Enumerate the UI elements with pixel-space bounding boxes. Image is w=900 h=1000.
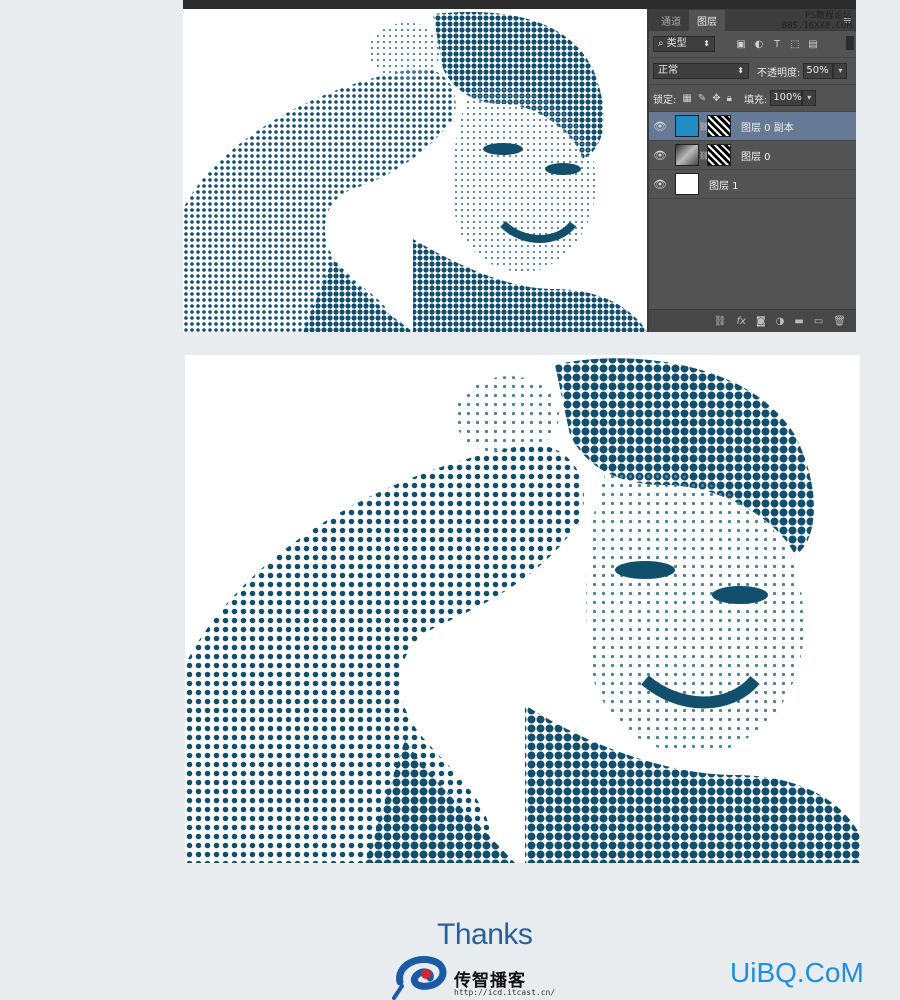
visibility-eye-icon[interactable]: 👁︎: [649, 178, 671, 191]
adjustment-icon[interactable]: ◑: [776, 316, 785, 327]
layer-mask-thumbnail[interactable]: [707, 115, 731, 137]
new-layer-icon[interactable]: ▭: [814, 316, 823, 327]
chain-link-icon[interactable]: ⛓︎: [699, 122, 709, 131]
halftone-portrait-large: [185, 358, 860, 863]
mask-icon[interactable]: ◙: [756, 316, 766, 327]
blend-row: 正常 ⬍ 不透明度: 50% ▾: [649, 58, 856, 85]
filter-kind-select[interactable]: ⌕ 类型 ⬍: [653, 36, 715, 52]
halftone-result-image: [185, 355, 860, 863]
thanks-heading: Thanks: [437, 918, 533, 951]
opacity-label: 不透明度:: [757, 67, 801, 79]
brand-logo[interactable]: 传智播客 http://icd.itcast.cn/: [392, 950, 555, 1000]
link-icon[interactable]: ⛓︎: [714, 316, 727, 327]
footer: Thanks 传智播客 http://icd.itcast.cn/ UiBQ.C…: [0, 900, 900, 1000]
layers-panel: 通道 图层 ≡ ⌕ 类型 ⬍ ▣ ◐ T ⬚ ▤ 正常 ⬍ 不透明度: 50% …: [647, 9, 856, 332]
type-filter-icon[interactable]: T: [771, 39, 783, 50]
blend-mode-value: 正常: [658, 65, 678, 76]
filter-toggle[interactable]: [846, 36, 854, 50]
fill-label: 填充:: [743, 94, 768, 106]
trash-icon[interactable]: 🗑︎: [833, 316, 846, 327]
layer-name[interactable]: 图层 0 副本: [741, 119, 794, 134]
lock-row: 锁定: ▦ ✎ ✥ 🔒︎ 填充: 100% ▾: [649, 85, 856, 112]
top-screenshot: 通道 图层 ≡ ⌕ 类型 ⬍ ▣ ◐ T ⬚ ▤ 正常 ⬍ 不透明度: 50% …: [183, 0, 856, 332]
halftone-portrait-preview: [183, 9, 647, 332]
filter-icons: ▣ ◐ T ⬚ ▤: [735, 39, 819, 50]
blend-mode-select[interactable]: 正常 ⬍: [653, 63, 749, 79]
lock-position-icon[interactable]: ✥: [712, 93, 720, 104]
search-icon: ⌕: [658, 38, 664, 49]
chain-link-icon[interactable]: ⛓︎: [699, 151, 709, 160]
shape-filter-icon[interactable]: ⬚: [789, 39, 801, 50]
adjustment-filter-icon[interactable]: ◐: [753, 39, 765, 50]
lock-all-icon[interactable]: 🔒︎: [727, 93, 732, 104]
opacity-input[interactable]: 50%: [803, 63, 834, 79]
layer-name[interactable]: 图层 1: [709, 177, 739, 192]
layer-row[interactable]: 👁︎ 图层 1: [649, 170, 856, 199]
layer-thumbnail: [675, 144, 699, 166]
layer-row[interactable]: 👁︎ ⛓︎ 图层 0: [649, 141, 856, 170]
layer-thumbnail: [675, 173, 699, 195]
opacity-dropdown-button[interactable]: ▾: [833, 63, 848, 79]
itcast-logo-icon: [392, 956, 447, 1000]
chevron-updown-icon: ⬍: [703, 39, 710, 48]
site-watermark[interactable]: UiBQ.CoM: [730, 957, 864, 989]
layer-mask-thumbnail[interactable]: [707, 144, 731, 166]
panel-bottom-toolbar: ⛓︎ fx ◙ ◑ ▬ ▭ 🗑︎: [649, 309, 856, 332]
lock-label: 锁定:: [653, 94, 677, 106]
folder-icon[interactable]: ▬: [794, 316, 803, 327]
lock-paint-icon[interactable]: ✎: [698, 93, 706, 104]
filter-kind-label: 类型: [666, 38, 687, 49]
fx-icon[interactable]: fx: [737, 316, 746, 327]
corner-watermark-line1: PS教程论坛: [805, 11, 852, 21]
visibility-eye-icon[interactable]: 👁︎: [649, 120, 671, 133]
layer-row[interactable]: 👁︎ ⛓︎ 图层 0 副本: [649, 112, 856, 141]
brand-url[interactable]: http://icd.itcast.cn/: [454, 988, 555, 997]
layer-name[interactable]: 图层 0: [741, 148, 771, 163]
lock-transparency-icon[interactable]: ▦: [682, 93, 691, 104]
pixel-filter-icon[interactable]: ▣: [735, 39, 747, 50]
lock-icons: ▦ ✎ ✥ 🔒︎: [682, 93, 732, 104]
fill-input[interactable]: 100%: [770, 90, 803, 106]
tab-channels[interactable]: 通道: [653, 10, 689, 31]
visibility-eye-icon[interactable]: 👁︎: [649, 149, 671, 162]
corner-watermark: PS教程论坛 BBS.16XX8.COM: [782, 11, 852, 31]
chevron-updown-icon: ⬍: [737, 66, 744, 75]
document-top-bar: [183, 0, 856, 9]
smart-object-filter-icon[interactable]: ▤: [807, 39, 819, 50]
fill-dropdown-button[interactable]: ▾: [802, 90, 817, 106]
tab-layers[interactable]: 图层: [689, 10, 725, 31]
layer-thumbnail: [675, 115, 699, 137]
corner-watermark-line2: BBS.16XX8.COM: [781, 21, 852, 31]
filter-row: ⌕ 类型 ⬍ ▣ ◐ T ⬚ ▤: [649, 31, 856, 58]
